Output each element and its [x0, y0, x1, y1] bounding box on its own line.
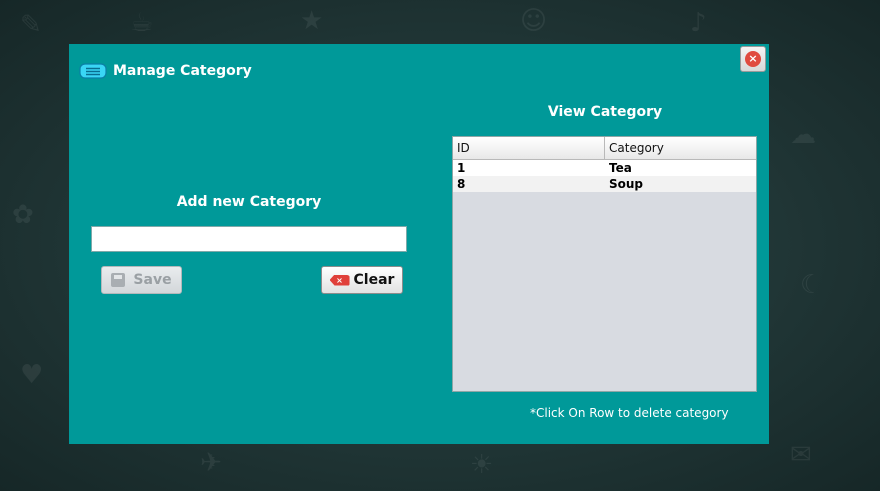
view-category-heading: View Category: [547, 104, 663, 120]
table-row[interactable]: 8 Soup: [453, 176, 756, 192]
column-header-category[interactable]: Category: [605, 137, 756, 159]
doodle-icon: ☾: [800, 270, 824, 300]
doodle-icon: ✈: [200, 448, 222, 478]
doodle-icon: ☀: [470, 450, 494, 480]
backspace-clear-icon: ×: [329, 274, 350, 286]
cell-category: Soup: [609, 177, 644, 191]
clear-button[interactable]: × Clear: [321, 266, 403, 294]
add-category-heading: Add new Category: [176, 194, 322, 210]
title-bar: Manage Category: [79, 61, 252, 81]
save-button[interactable]: Save: [101, 266, 182, 294]
cell-category: Tea: [609, 161, 632, 175]
menu-list-icon: [79, 63, 107, 79]
doodle-icon: ★: [300, 6, 324, 36]
save-button-label: Save: [133, 272, 172, 288]
category-table: ID Category 1 Tea 8 Soup: [452, 136, 757, 392]
floppy-disk-icon: [111, 273, 126, 287]
cell-id: 8: [457, 177, 466, 191]
doodle-icon: ✿: [12, 200, 34, 230]
table-row[interactable]: 1 Tea: [453, 160, 756, 176]
window-title: Manage Category: [113, 63, 252, 79]
manage-category-dialog: Manage Category × Add new Category Save …: [69, 44, 769, 444]
table-header: ID Category: [453, 137, 756, 160]
doodle-icon: ✉: [790, 440, 812, 470]
category-name-input[interactable]: [91, 226, 407, 252]
doodle-icon: ☺: [520, 6, 548, 36]
cell-id: 1: [457, 161, 466, 175]
close-button[interactable]: ×: [740, 46, 766, 72]
column-header-id[interactable]: ID: [453, 137, 605, 159]
doodle-icon: ♪: [690, 8, 707, 38]
clear-button-label: Clear: [353, 272, 395, 288]
close-circle-icon: ×: [745, 51, 761, 67]
doodle-icon: ♥: [20, 360, 44, 390]
doodle-icon: ☁: [790, 120, 816, 150]
doodle-icon: ✎: [20, 10, 42, 40]
doodle-icon: ☕: [130, 8, 154, 38]
delete-hint-text: *Click On Row to delete category: [530, 406, 729, 420]
